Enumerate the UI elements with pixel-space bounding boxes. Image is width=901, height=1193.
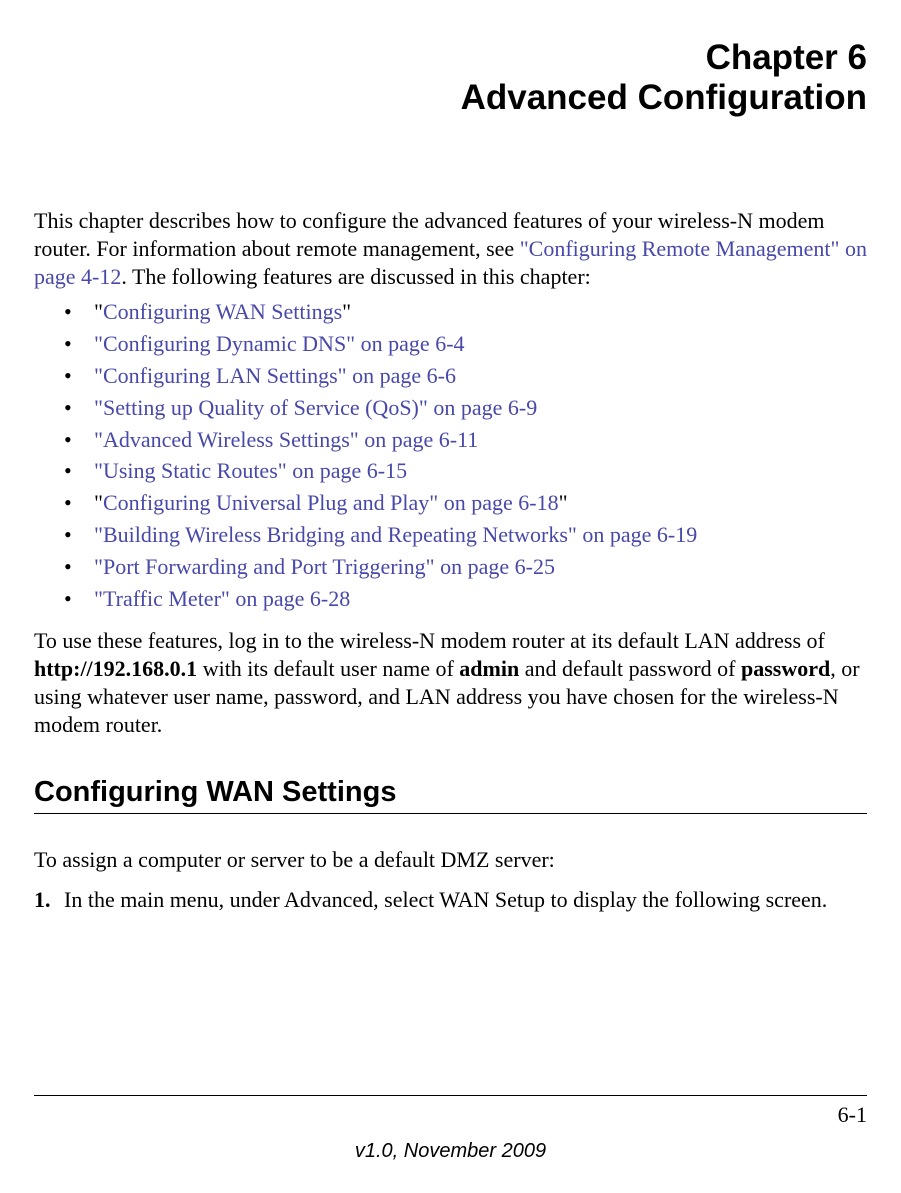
link-adv-wireless[interactable]: "Advanced Wireless Settings" on page 6-1… (94, 427, 478, 452)
link-dynamic-dns[interactable]: "Configuring Dynamic DNS" on page 6-4 (94, 331, 465, 356)
login-text-2: with its default user name of (197, 656, 459, 681)
step-item: 1. In the main menu, under Advanced, sel… (34, 886, 867, 914)
bullet-prefix: " (94, 490, 103, 515)
bullet-prefix: " (94, 299, 103, 324)
login-password: password (741, 656, 830, 681)
version-text: v1.0, November 2009 (34, 1140, 867, 1163)
step-text: In the main menu, under Advanced, select… (64, 886, 827, 914)
list-item: "Setting up Quality of Service (QoS)" on… (34, 392, 867, 424)
section-intro: To assign a computer or server to be a d… (34, 846, 867, 874)
list-item: "Advanced Wireless Settings" on page 6-1… (34, 424, 867, 456)
link-upnp[interactable]: Configuring Universal Plug and Play" on … (103, 490, 559, 515)
login-paragraph: To use these features, log in to the wir… (34, 627, 867, 740)
list-item: "Building Wireless Bridging and Repeatin… (34, 519, 867, 551)
intro-text-2: . The following features are discussed i… (121, 264, 590, 289)
link-wan-settings[interactable]: Configuring WAN Settings (103, 299, 342, 324)
chapter-number: Chapter 6 (34, 38, 867, 78)
numbered-list: 1. In the main menu, under Advanced, sel… (34, 886, 867, 914)
link-static-routes[interactable]: "Using Static Routes" on page 6-15 (94, 458, 407, 483)
section-heading-wan: Configuring WAN Settings (34, 776, 867, 809)
list-item: "Port Forwarding and Port Triggering" on… (34, 551, 867, 583)
login-url: http://192.168.0.1 (34, 656, 197, 681)
heading-divider (34, 813, 867, 814)
bullet-suffix: " (559, 490, 568, 515)
chapter-title: Advanced Configuration (34, 78, 867, 118)
link-port-forwarding[interactable]: "Port Forwarding and Port Triggering" on… (94, 554, 555, 579)
list-item: "Using Static Routes" on page 6-15 (34, 455, 867, 487)
bullet-suffix: " (342, 299, 351, 324)
intro-paragraph: This chapter describes how to configure … (34, 207, 867, 291)
list-item: "Configuring WAN Settings" (34, 296, 867, 328)
footer-divider (34, 1095, 867, 1096)
login-username: admin (459, 656, 519, 681)
link-bridging[interactable]: "Building Wireless Bridging and Repeatin… (94, 522, 697, 547)
login-text-3: and default password of (519, 656, 741, 681)
list-item: "Configuring Universal Plug and Play" on… (34, 487, 867, 519)
list-item: "Configuring LAN Settings" on page 6-6 (34, 360, 867, 392)
step-number: 1. (34, 886, 64, 914)
page-number: 6-1 (34, 1102, 867, 1128)
link-traffic-meter[interactable]: "Traffic Meter" on page 6-28 (94, 586, 350, 611)
login-text-1: To use these features, log in to the wir… (34, 628, 825, 653)
link-lan-settings[interactable]: "Configuring LAN Settings" on page 6-6 (94, 363, 456, 388)
list-item: "Traffic Meter" on page 6-28 (34, 583, 867, 615)
topic-list: "Configuring WAN Settings" "Configuring … (34, 296, 867, 615)
chapter-header: Chapter 6 Advanced Configuration (34, 38, 867, 119)
list-item: "Configuring Dynamic DNS" on page 6-4 (34, 328, 867, 360)
page-footer: 6-1 v1.0, November 2009 (34, 1095, 867, 1163)
link-qos[interactable]: "Setting up Quality of Service (QoS)" on… (94, 395, 537, 420)
